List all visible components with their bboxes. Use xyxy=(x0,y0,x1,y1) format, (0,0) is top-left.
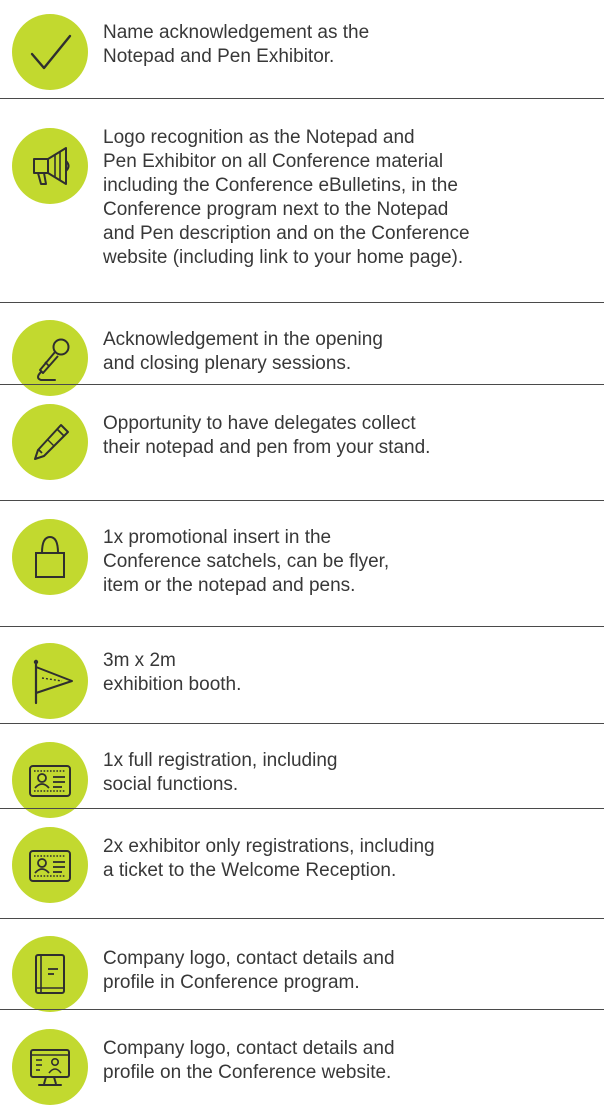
divider xyxy=(0,918,604,919)
item-description: 2x exhibitor only registrations, includi… xyxy=(103,835,598,883)
pennant-flag-icon xyxy=(12,643,88,719)
item-description-line: including the Conference eBulletins, in … xyxy=(103,175,458,196)
divider xyxy=(0,1009,604,1010)
item-description-line: and Pen description and on the Conferenc… xyxy=(103,223,470,244)
item-description-line: Conference program next to the Notepad xyxy=(103,199,449,220)
item-description-line: 3m x 2m xyxy=(103,650,176,671)
divider xyxy=(0,98,604,99)
item-description-line: 1x promotional insert in the xyxy=(103,527,332,548)
divider xyxy=(0,500,604,501)
item-description-line: their notepad and pen from your stand. xyxy=(103,437,431,458)
divider xyxy=(0,626,604,627)
divider xyxy=(0,723,604,724)
item-description-line: Logo recognition as the Notepad and xyxy=(103,127,415,148)
item-description: Company logo, contact details and profile… xyxy=(103,1037,598,1085)
item-description: Company logo, contact details and profile… xyxy=(103,947,598,995)
item-description-line: exhibition booth. xyxy=(103,674,242,695)
benefits-list: Name acknowledgement as the Notepad and P… xyxy=(0,0,604,1112)
item-description-line: Name acknowledgement as the xyxy=(103,22,370,43)
item-description: 1x promotional insert in the Conference s… xyxy=(103,526,598,598)
megaphone-icon xyxy=(12,128,88,204)
id-card-icon xyxy=(12,827,88,903)
item-description-line: Conference satchels, can be flyer, xyxy=(103,551,390,572)
item-description: Acknowledgement in the opening and closin… xyxy=(103,328,598,376)
item-description: 1x full registration, including social fu… xyxy=(103,749,598,797)
item-description-line: Notepad and Pen Exhibitor. xyxy=(103,46,335,67)
item-description-line: website (including link to your home pag… xyxy=(103,247,464,268)
divider xyxy=(0,302,604,303)
item-description-line: Pen Exhibitor on all Conference material xyxy=(103,151,444,172)
booklet-icon xyxy=(12,936,88,1012)
item-description-line: 2x exhibitor only registrations, includi… xyxy=(103,836,435,857)
item-description-line: profile on the Conference website. xyxy=(103,1062,392,1083)
item-description: Logo recognition as the Notepad and Pen E… xyxy=(103,126,598,270)
item-description-line: a ticket to the Welcome Reception. xyxy=(103,860,397,881)
divider xyxy=(0,384,604,385)
divider xyxy=(0,808,604,809)
item-description-line: social functions. xyxy=(103,774,239,795)
item-description-line: 1x full registration, including xyxy=(103,750,338,771)
item-description-line: Company logo, contact details and xyxy=(103,1038,395,1059)
item-description: Opportunity to have delegates collect the… xyxy=(103,412,598,460)
item-description: Name acknowledgement as the Notepad and P… xyxy=(103,21,598,69)
item-description-line: Acknowledgement in the opening xyxy=(103,329,383,350)
id-card-icon xyxy=(12,742,88,818)
pen-icon xyxy=(12,404,88,480)
item-description-line: Company logo, contact details and xyxy=(103,948,395,969)
item-description-line: and closing plenary sessions. xyxy=(103,353,352,374)
monitor-profile-icon xyxy=(12,1029,88,1105)
item-description: 3m x 2m exhibition booth. xyxy=(103,649,598,697)
item-description-line: profile in Conference program. xyxy=(103,972,360,993)
checkmark-icon xyxy=(12,14,88,90)
tote-bag-icon xyxy=(12,519,88,595)
item-description-line: Opportunity to have delegates collect xyxy=(103,413,416,434)
item-description-line: item or the notepad and pens. xyxy=(103,575,356,596)
